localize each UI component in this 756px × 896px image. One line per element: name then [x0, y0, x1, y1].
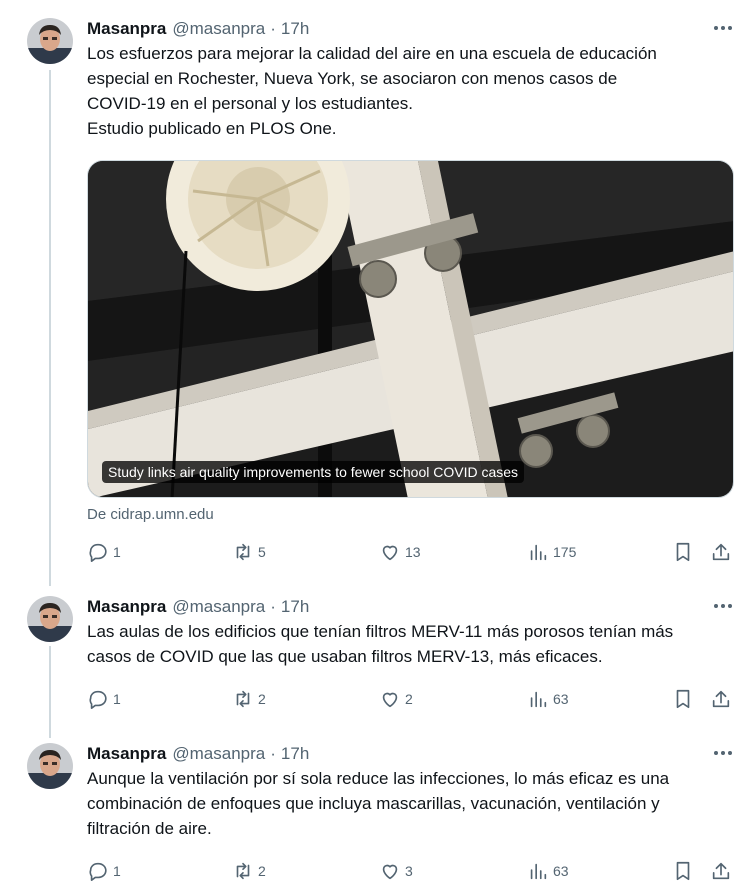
user-handle[interactable]: @masanpra	[172, 597, 265, 617]
reply-icon	[89, 690, 107, 709]
tweet-text-line: casos de COVID que las que usaban filtro…	[87, 647, 603, 666]
more-icon[interactable]	[712, 20, 734, 36]
tweet-text-line: filtración de aire.	[87, 819, 212, 838]
tweet-actions: 1 2 3 63	[87, 859, 747, 883]
tweet-header: Masanpra @masanpra · 17h	[87, 18, 740, 40]
bookmark-button[interactable]	[672, 859, 694, 883]
views-count: 63	[553, 691, 569, 707]
retweet-button[interactable]: 2	[232, 687, 266, 711]
separator-dot: ·	[270, 597, 276, 616]
views-button[interactable]: 63	[527, 687, 569, 711]
tweet-text-line: Las aulas de los edificios que tenían fi…	[87, 622, 674, 641]
link-card-source[interactable]: De cidrap.umn.edu	[87, 506, 214, 523]
bookmark-button[interactable]	[672, 687, 694, 711]
like-button[interactable]: 2	[379, 687, 413, 711]
more-icon[interactable]	[712, 598, 734, 614]
user-handle[interactable]: @masanpra	[172, 19, 265, 39]
timestamp[interactable]: 17h	[281, 597, 309, 617]
more-icon[interactable]	[712, 745, 734, 761]
tweet-text-line: COVID-19 en el personal y los estudiante…	[87, 94, 414, 113]
avatar[interactable]	[27, 743, 73, 789]
user-handle[interactable]: @masanpra	[172, 744, 265, 764]
tweet-text-line: combinación de enfoques que incluya masc…	[87, 794, 660, 813]
share-button[interactable]	[710, 687, 732, 711]
like-icon	[382, 545, 398, 561]
share-button[interactable]	[710, 859, 732, 883]
retweet-icon	[236, 690, 250, 708]
share-icon	[712, 862, 730, 880]
tweet-text: Los esfuerzos para mejorar la calidad de…	[87, 41, 737, 141]
like-count: 13	[405, 544, 421, 560]
tweet-actions: 1 2 2 63	[87, 687, 747, 711]
reply-count: 1	[113, 544, 121, 560]
like-icon	[382, 864, 398, 880]
share-button[interactable]	[710, 540, 732, 564]
display-name[interactable]: Masanpra	[87, 597, 166, 617]
ventilation-duct-photo	[88, 161, 733, 497]
retweet-count: 2	[258, 691, 266, 707]
retweet-button[interactable]: 2	[232, 859, 266, 883]
like-icon	[382, 692, 398, 708]
reply-button[interactable]: 1	[87, 687, 121, 711]
timestamp[interactable]: 17h	[281, 19, 309, 39]
reply-count: 1	[113, 691, 121, 707]
like-count: 3	[405, 863, 413, 879]
reply-button[interactable]: 1	[87, 540, 121, 564]
retweet-icon	[236, 543, 250, 561]
reply-button[interactable]: 1	[87, 859, 121, 883]
tweet-text-line: Estudio publicado en PLOS One.	[87, 119, 337, 138]
tweet-text-line: Los esfuerzos para mejorar la calidad de…	[87, 44, 657, 63]
bookmark-icon	[676, 689, 690, 709]
share-icon	[712, 543, 730, 561]
like-button[interactable]: 3	[379, 859, 413, 883]
retweet-count: 5	[258, 544, 266, 560]
avatar[interactable]	[27, 18, 73, 64]
views-button[interactable]: 175	[527, 540, 576, 564]
tweet-text: Las aulas de los edificios que tenían fi…	[87, 619, 737, 669]
separator-dot: ·	[270, 744, 276, 763]
retweet-button[interactable]: 5	[232, 540, 266, 564]
reply-icon	[89, 862, 107, 881]
retweet-icon	[236, 862, 250, 880]
retweet-count: 2	[258, 863, 266, 879]
views-button[interactable]: 63	[527, 859, 569, 883]
tweet-text-line: Aunque la ventilación por sí sola reduce…	[87, 769, 670, 788]
avatar[interactable]	[27, 596, 73, 642]
views-icon	[530, 863, 547, 880]
tweet-text-line: especial en Rochester, Nueva York, se as…	[87, 69, 618, 88]
separator-dot: ·	[270, 19, 276, 38]
reply-icon	[89, 543, 107, 562]
display-name[interactable]: Masanpra	[87, 19, 166, 39]
bookmark-icon	[676, 861, 690, 881]
tweet-actions: 1 5 13 175	[87, 540, 747, 564]
bookmark-button[interactable]	[672, 540, 694, 564]
views-icon	[530, 544, 547, 561]
like-button[interactable]: 13	[379, 540, 421, 564]
reply-count: 1	[113, 863, 121, 879]
tweet-text: Aunque la ventilación por sí sola reduce…	[87, 766, 737, 841]
tweet-header: Masanpra @masanpra · 17h	[87, 596, 740, 618]
bookmark-icon	[676, 542, 690, 562]
timestamp[interactable]: 17h	[281, 744, 309, 764]
share-icon	[712, 690, 730, 708]
views-icon	[530, 691, 547, 708]
views-count: 175	[553, 544, 577, 560]
link-card-title: Study links air quality improvements to …	[102, 461, 525, 483]
display-name[interactable]: Masanpra	[87, 744, 166, 764]
tweet-header: Masanpra @masanpra · 17h	[87, 743, 740, 765]
like-count: 2	[405, 691, 413, 707]
link-card-image[interactable]: Study links air quality improvements to …	[87, 160, 734, 498]
views-count: 63	[553, 863, 569, 879]
